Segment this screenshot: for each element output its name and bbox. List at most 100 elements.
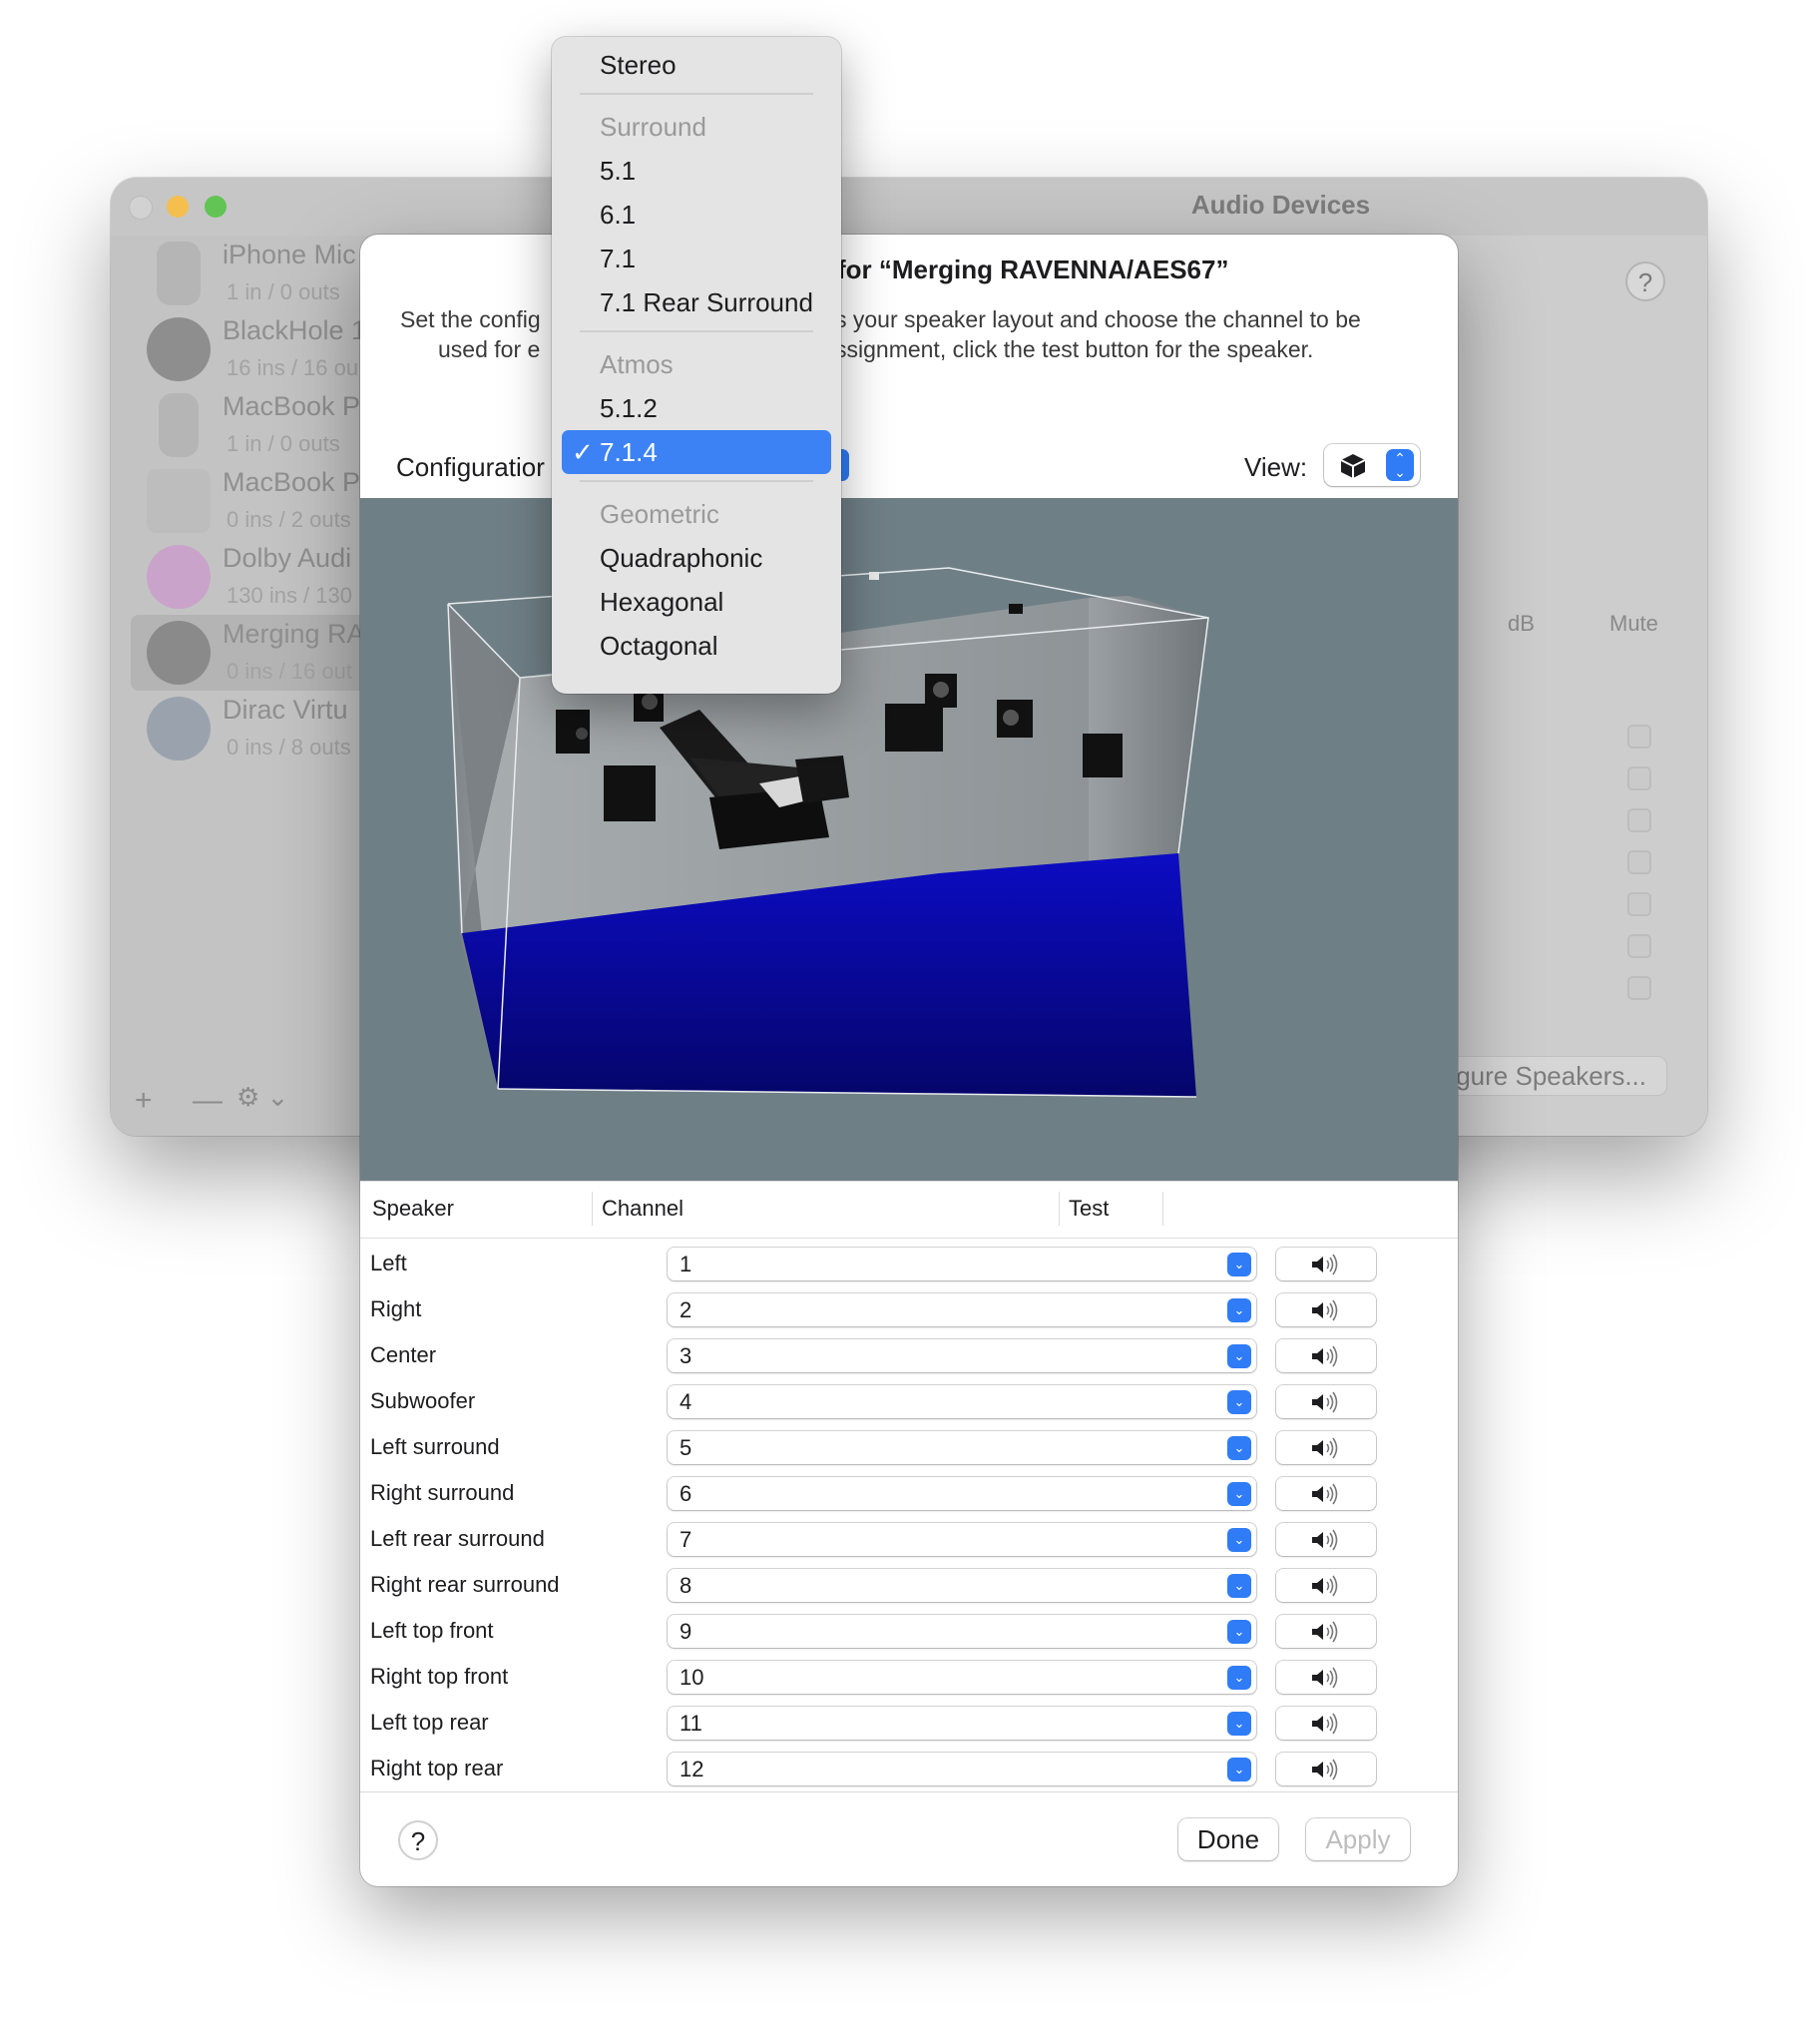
test-speaker-button[interactable] xyxy=(1276,1477,1376,1510)
menu-item-label: Surround xyxy=(600,112,706,142)
column-divider xyxy=(592,1192,593,1226)
mute-checkbox[interactable] xyxy=(1627,934,1651,958)
test-speaker-button[interactable] xyxy=(1276,1615,1376,1648)
channel-select[interactable]: 10 ⌄ xyxy=(668,1661,1256,1694)
mute-checkbox[interactable] xyxy=(1627,766,1651,790)
channel-select[interactable]: 3 ⌄ xyxy=(668,1339,1256,1372)
minimize-window-button[interactable] xyxy=(167,196,189,218)
mute-checkbox[interactable] xyxy=(1627,850,1651,874)
window-title: Audio Devices xyxy=(1190,190,1371,220)
test-speaker-button[interactable] xyxy=(1276,1385,1376,1418)
column-divider xyxy=(1059,1192,1060,1226)
mute-checkbox[interactable] xyxy=(1627,892,1651,916)
remove-device-button[interactable]: — xyxy=(193,1084,223,1118)
menu-item[interactable]: Stereo xyxy=(552,43,841,87)
cube-icon xyxy=(1340,454,1366,478)
channel-select[interactable]: 8 ⌄ xyxy=(668,1569,1256,1602)
speaker-name: Left xyxy=(370,1251,407,1275)
channel-select[interactable]: 9 ⌄ xyxy=(668,1615,1256,1648)
chevron-down-icon: ⌄ xyxy=(1227,1253,1251,1276)
microphone-icon xyxy=(159,393,199,457)
view-popup[interactable]: ⌃ ⌄ xyxy=(1324,444,1420,486)
test-speaker-button[interactable] xyxy=(1276,1661,1376,1694)
help-button[interactable]: ? xyxy=(1625,261,1665,301)
menu-item[interactable]: Octagonal xyxy=(552,624,841,668)
menu-item[interactable]: 5.1 xyxy=(552,149,841,193)
mute-checkbox[interactable] xyxy=(1627,976,1651,1000)
speaker-volume-icon xyxy=(1312,1621,1338,1643)
view-label: View: xyxy=(1244,452,1308,482)
chevron-down-icon: ⌄ xyxy=(1227,1528,1251,1552)
table-row: Right top rear 12 ⌄ xyxy=(360,1748,1458,1793)
test-speaker-button[interactable] xyxy=(1276,1523,1376,1556)
chevron-down-icon: ⌄ xyxy=(1227,1298,1251,1322)
gear-icon[interactable]: ⚙︎ ⌄ xyxy=(236,1082,288,1113)
apply-button[interactable]: Apply xyxy=(1306,1818,1410,1860)
description-right-1: s your speaker layout and choose the cha… xyxy=(835,306,1361,332)
test-speaker-button[interactable] xyxy=(1276,1753,1376,1785)
mute-checkbox[interactable] xyxy=(1627,725,1651,749)
speaker-config-sheet: for “Merging RAVENNA/AES67” Set the conf… xyxy=(360,235,1458,1886)
table-row: Left top front 9 ⌄ xyxy=(360,1610,1458,1656)
menu-item-label: 7.1.4 xyxy=(600,437,658,467)
speaker-volume-icon xyxy=(1312,1254,1338,1275)
channel-value: 2 xyxy=(680,1297,692,1322)
microphone-icon xyxy=(157,242,201,305)
speaker-layout-3d-view[interactable] xyxy=(360,498,1458,1181)
speaker-volume-icon xyxy=(1312,1529,1338,1551)
channel-value: 8 xyxy=(680,1573,692,1598)
menu-item[interactable]: Hexagonal xyxy=(552,580,841,624)
done-button[interactable]: Done xyxy=(1178,1818,1278,1860)
menu-item[interactable]: 7.1 Rear Surround xyxy=(552,280,841,324)
menu-item-selected[interactable]: ✓ 7.1.4 xyxy=(562,430,831,474)
menu-item[interactable]: 7.1 xyxy=(552,237,841,280)
menu-section-header: Geometric xyxy=(552,492,841,536)
table-row: Left top rear 11 ⌄ xyxy=(360,1702,1458,1748)
close-window-button[interactable] xyxy=(129,196,153,220)
device-name: iPhone Mic xyxy=(223,240,356,269)
table-row: Right 2 ⌄ xyxy=(360,1288,1458,1334)
menu-item-label: 5.1 xyxy=(600,156,637,186)
channel-select[interactable]: 4 ⌄ xyxy=(668,1385,1256,1418)
configuration-popup-menu: Stereo Surround 5.1 6.1 7.1 7.1 Rear Surround… xyxy=(552,37,841,694)
menu-item-label: Stereo xyxy=(600,50,677,80)
table-row: Left rear surround 7 ⌄ xyxy=(360,1518,1458,1564)
menu-item[interactable]: 5.1.2 xyxy=(552,386,841,430)
channel-select[interactable]: 6 ⌄ xyxy=(668,1477,1256,1510)
view-popup-stepper[interactable]: ⌃ ⌄ xyxy=(1386,449,1414,481)
speaker-name: Right xyxy=(370,1296,422,1321)
chevron-down-icon: ⌄ xyxy=(1227,1620,1251,1644)
test-speaker-button[interactable] xyxy=(1276,1707,1376,1740)
column-speaker: Speaker xyxy=(372,1196,454,1221)
speaker-name: Left top rear xyxy=(370,1710,489,1735)
menu-item[interactable]: 6.1 xyxy=(552,193,841,237)
add-device-button[interactable]: + xyxy=(135,1084,153,1118)
help-button[interactable]: ? xyxy=(398,1820,438,1860)
speaker-volume-icon xyxy=(1312,1713,1338,1735)
zoom-window-button[interactable] xyxy=(205,196,227,218)
device-io: 0 ins / 8 outs xyxy=(227,735,351,760)
channel-select[interactable]: 2 ⌄ xyxy=(668,1293,1256,1326)
chevron-down-icon: ⌄ xyxy=(1227,1712,1251,1736)
device-io: 130 ins / 130 xyxy=(227,583,352,608)
test-speaker-button[interactable] xyxy=(1276,1293,1376,1326)
menu-item-label: 7.1 xyxy=(600,244,637,273)
speaker-volume-icon xyxy=(1312,1299,1338,1321)
channel-select[interactable]: 7 ⌄ xyxy=(668,1523,1256,1556)
channel-select[interactable]: 11 ⌄ xyxy=(668,1707,1256,1740)
menu-separator xyxy=(580,93,813,95)
test-speaker-button[interactable] xyxy=(1276,1248,1376,1280)
test-speaker-button[interactable] xyxy=(1276,1339,1376,1372)
channel-select[interactable]: 1 ⌄ xyxy=(668,1248,1256,1280)
test-speaker-button[interactable] xyxy=(1276,1431,1376,1464)
menu-section-header: Surround xyxy=(552,105,841,149)
checkmark-icon: ✓ xyxy=(572,437,594,467)
channel-select[interactable]: 5 ⌄ xyxy=(668,1431,1256,1464)
test-speaker-button[interactable] xyxy=(1276,1569,1376,1602)
mute-checkbox[interactable] xyxy=(1627,808,1651,832)
chevron-down-icon: ⌄ xyxy=(1227,1344,1251,1368)
channel-select[interactable]: 12 ⌄ xyxy=(668,1753,1256,1785)
table-row: Left surround 5 ⌄ xyxy=(360,1426,1458,1472)
description-left-1: Set the config xyxy=(400,306,541,332)
menu-item[interactable]: Quadraphonic xyxy=(552,536,841,580)
